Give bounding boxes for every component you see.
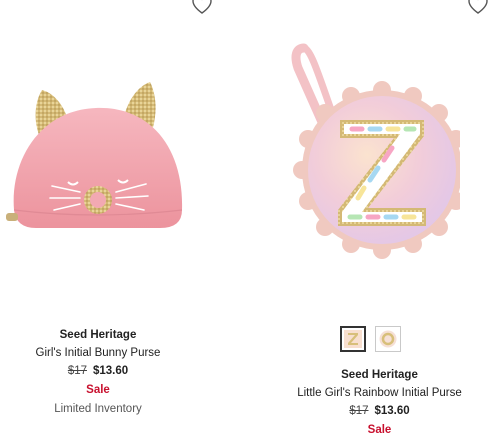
- product-price: $17 $13.60: [0, 362, 196, 381]
- swatch-z-thumbnail-icon: [344, 330, 362, 348]
- swatch-o-thumbnail-icon: [379, 330, 397, 348]
- sale-price: $13.60: [374, 405, 410, 417]
- swatch-letter-o[interactable]: [375, 326, 401, 352]
- product-price: $17 $13.60: [270, 402, 489, 421]
- product-card-rainbow-purse[interactable]: Seed Heritage Little Girl's Rainbow Init…: [270, 0, 489, 438]
- original-price: $17: [67, 365, 87, 377]
- product-image-rainbow-purse[interactable]: [290, 40, 460, 265]
- product-brand: Seed Heritage: [341, 369, 418, 381]
- stock-note: Limited Inventory: [54, 403, 142, 415]
- variant-swatches: [340, 326, 401, 352]
- product-image-bunny-purse[interactable]: [0, 70, 196, 235]
- product-name[interactable]: Little Girl's Rainbow Initial Purse: [270, 384, 489, 402]
- swatch-letter-z[interactable]: [340, 326, 366, 352]
- wishlist-heart-icon[interactable]: [191, 0, 213, 16]
- sale-badge: Sale: [367, 424, 392, 436]
- product-card-bunny-purse[interactable]: Seed Heritage Girl's Initial Bunny Purse…: [0, 0, 196, 438]
- sale-price: $13.60: [93, 365, 129, 377]
- product-name[interactable]: Girl's Initial Bunny Purse: [0, 344, 196, 362]
- product-brand: Seed Heritage: [59, 329, 137, 341]
- original-price: $17: [349, 405, 369, 417]
- wishlist-heart-icon[interactable]: [467, 0, 489, 16]
- sale-badge: Sale: [86, 384, 110, 396]
